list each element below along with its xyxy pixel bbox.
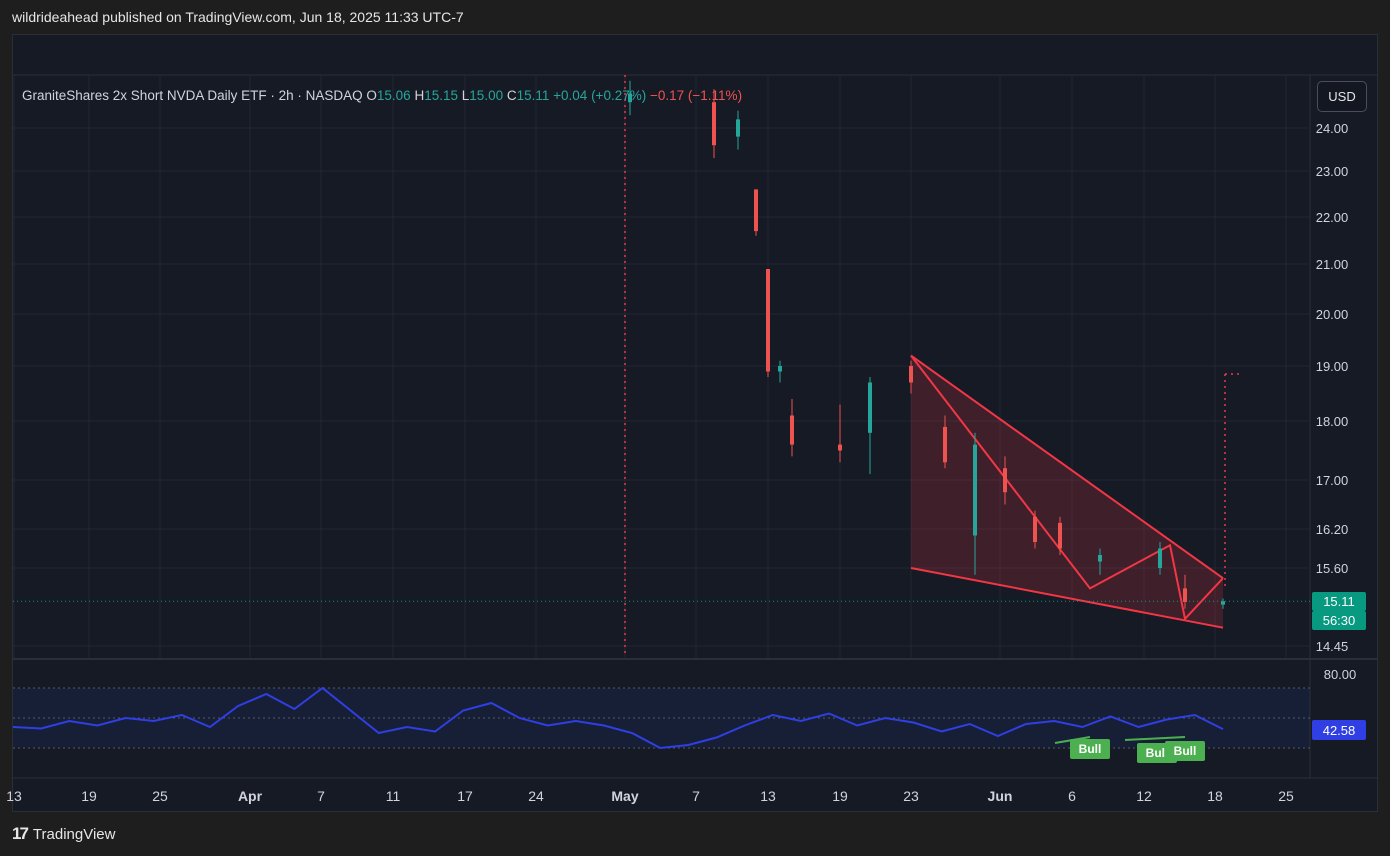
time-tick-label: 7 (317, 788, 325, 804)
candle-body (1183, 588, 1187, 602)
candle-body (943, 426, 947, 463)
chart-canvas[interactable]: 24.00 23.00 22.00 21.00 20.00 19.00 18.00 17.00… (0, 0, 1390, 856)
time-tick-label: Jun (988, 788, 1013, 804)
time-tick-label: 24 (528, 788, 544, 804)
time-tick-label: 25 (1278, 788, 1294, 804)
time-tick-label: 13 (760, 788, 776, 804)
rsi-tick-label: 80.00 (1324, 667, 1357, 682)
price-tick-label: 16.20 (1316, 522, 1349, 537)
price-axis: 24.00 23.00 22.00 21.00 20.00 19.00 18.00 17.00… (1316, 121, 1349, 654)
price-tick-label: 17.00 (1316, 473, 1349, 488)
candle-body (712, 102, 716, 146)
brand-name: TradingView (32, 825, 116, 843)
candle-body (838, 444, 842, 451)
time-axis: 13 19 25 Apr 7 11 17 24 May 7 13 19 23 Jun 6 12 18 25 (6, 788, 1294, 804)
candle-body (868, 382, 872, 433)
price-tick-label: 18.00 (1316, 414, 1349, 429)
time-tick-label: 6 (1068, 788, 1076, 804)
price-tick-label: 24.00 (1316, 121, 1349, 136)
candle-body (766, 269, 770, 372)
change-value: +0.04 (+0.27%) (553, 88, 647, 103)
falling-wedge-pattern (910, 354, 1224, 629)
high-label: H (414, 88, 425, 103)
currency-button[interactable]: USD (1317, 81, 1367, 112)
time-tick-label: 11 (386, 788, 401, 804)
time-tick-label: 19 (832, 788, 848, 804)
open-label: O (366, 88, 377, 103)
time-tick-label: May (611, 788, 638, 804)
tradingview-brand[interactable]: 17 TradingView (12, 824, 115, 844)
high-value: 15.15 (424, 88, 459, 103)
candle-body (790, 415, 794, 445)
countdown-badge: 56:30 (1312, 611, 1366, 630)
rsi-value-badge: 42.58 (1312, 720, 1366, 740)
open-value: 15.06 (376, 88, 411, 103)
wedge-fill (911, 355, 1223, 628)
time-tick-label: 17 (457, 788, 473, 804)
candle-body (736, 119, 740, 137)
candle-body (754, 189, 758, 232)
grid (13, 74, 1378, 779)
time-tick-label: 18 (1207, 788, 1223, 804)
close-value: 15.11 (516, 88, 550, 103)
price-tick-label: 23.00 (1316, 164, 1349, 179)
tradingview-logo-icon: 17 (12, 824, 29, 843)
time-tick-label: Apr (238, 788, 263, 804)
close-label: C (506, 88, 517, 103)
candle-body (973, 444, 977, 536)
time-tick-label: 25 (152, 788, 168, 804)
time-tick-label: 19 (81, 788, 97, 804)
candle-body (778, 366, 782, 372)
rsi-pane: 80.00 (12, 667, 1357, 750)
time-tick-label: 13 (6, 788, 22, 804)
candle-body (1003, 468, 1007, 493)
time-tick-label: 12 (1136, 788, 1152, 804)
price-tick-label: 20.00 (1316, 307, 1349, 322)
candle-body (909, 366, 913, 383)
symbol-name: GraniteShares 2x Short NVDA Daily ETF · … (22, 88, 363, 103)
alt-change-value: −0.17 (−1.11%) (650, 88, 743, 103)
candle-body (1098, 555, 1102, 562)
bull-label-3: Bull (1165, 741, 1205, 761)
time-tick-label: 7 (692, 788, 700, 804)
candle-body (1158, 548, 1162, 568)
time-tick-label: 23 (903, 788, 919, 804)
symbol-legend: GraniteShares 2x Short NVDA Daily ETF · … (22, 88, 742, 103)
price-tick-label: 22.00 (1316, 210, 1349, 225)
price-tick-label: 21.00 (1316, 257, 1349, 272)
price-tick-label: 15.60 (1316, 561, 1349, 576)
bull-label-1: Bull (1070, 739, 1110, 759)
candle-body (1033, 516, 1037, 542)
price-tick-label: 14.45 (1316, 639, 1349, 654)
low-value: 15.00 (469, 88, 504, 103)
candle-body (1058, 522, 1062, 549)
last-price-badge: 15.11 (1312, 592, 1366, 611)
candle-body (1221, 601, 1225, 605)
price-tick-label: 19.00 (1316, 359, 1349, 374)
